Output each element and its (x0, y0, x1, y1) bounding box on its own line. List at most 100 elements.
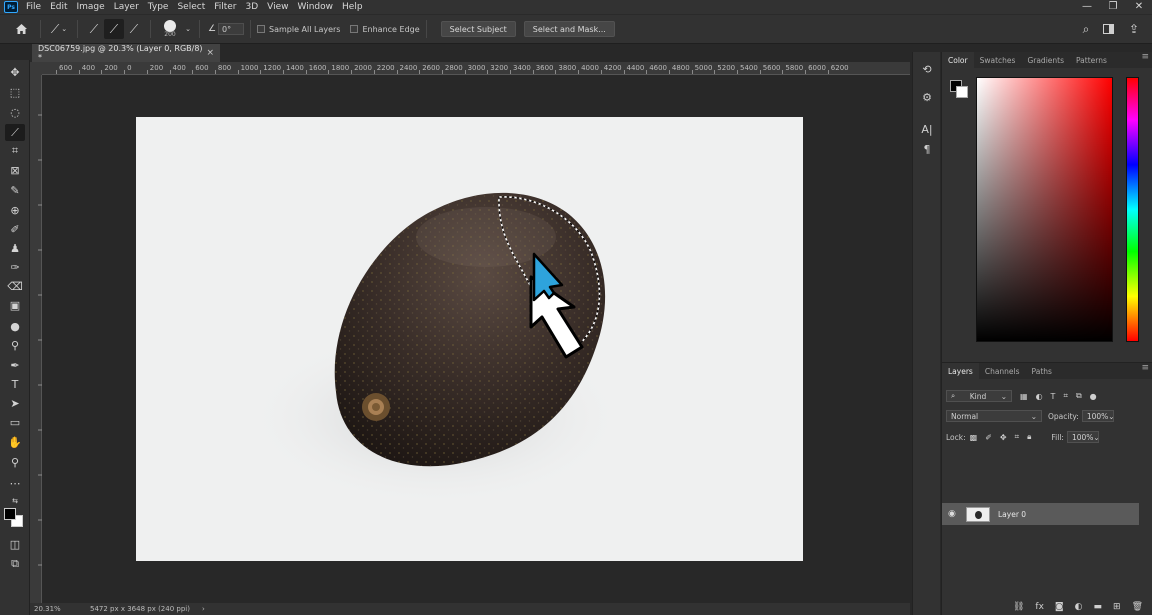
pen-tool-icon[interactable]: ✒ (5, 357, 25, 374)
add-to-selection-icon[interactable]: ⟋ (104, 19, 124, 39)
marquee-tool-icon[interactable]: ⬚ (5, 84, 25, 101)
filter-toggle-icon[interactable]: ● (1090, 392, 1097, 401)
clone-stamp-tool-icon[interactable]: ♟ (5, 240, 25, 257)
filter-type-icon[interactable]: T (1051, 392, 1056, 401)
tab-paths[interactable]: Paths (1026, 363, 1058, 379)
filter-shape-icon[interactable]: ⌗ (1063, 391, 1068, 401)
tab-gradients[interactable]: Gradients (1021, 52, 1070, 68)
quick-selection-tool-icon[interactable]: ⟋ (5, 124, 25, 141)
new-selection-icon[interactable]: ⟋ (84, 19, 104, 39)
search-icon[interactable]: ⌕ (1078, 19, 1094, 39)
color-picker-field[interactable] (976, 77, 1113, 342)
menu-image[interactable]: Image (77, 2, 105, 12)
close-window-button[interactable]: ✕ (1126, 0, 1152, 14)
fx-icon[interactable]: fx (1035, 602, 1044, 612)
quick-mask-icon[interactable]: ◫ (5, 536, 25, 553)
layer-name[interactable]: Layer 0 (998, 510, 1026, 519)
ruler-origin[interactable] (30, 62, 42, 75)
document-tab[interactable]: DSC06759.jpg @ 20.3% (Layer 0, RGB/8) * … (32, 44, 220, 62)
opacity-input[interactable]: 100% ⌄ (1081, 410, 1115, 422)
menu-help[interactable]: Help (342, 2, 363, 12)
horizontal-ruler[interactable]: 600 400 200 0 200 400 600 800 1000 1200 1400 1600 18… (42, 62, 910, 75)
menu-view[interactable]: View (267, 2, 288, 12)
lock-transparent-icon[interactable]: ▩ (970, 433, 978, 442)
lock-all-icon[interactable]: 🔒︎ (1027, 432, 1031, 442)
workspace-icon[interactable] (1100, 19, 1116, 39)
tab-swatches[interactable]: Swatches (974, 52, 1022, 68)
eraser-tool-icon[interactable]: ⌫ (5, 278, 25, 295)
filter-pixel-icon[interactable]: ▦ (1020, 392, 1028, 401)
document-canvas[interactable] (136, 117, 803, 561)
menu-select[interactable]: Select (177, 2, 205, 12)
select-and-mask-button[interactable]: Select and Mask... (523, 21, 615, 37)
zoom-level[interactable]: 20.31% (34, 605, 86, 613)
lock-image-icon[interactable]: ✐ (985, 433, 992, 442)
hand-tool-icon[interactable]: ✋ (5, 434, 25, 451)
quick-selection-preset-icon[interactable]: ⟋ ⌄ (47, 19, 71, 39)
new-layer-icon[interactable]: ⊞ (1113, 602, 1121, 612)
eye-icon[interactable]: ◉ (948, 509, 956, 519)
foreground-color-swatch[interactable] (4, 508, 16, 520)
menu-file[interactable]: File (26, 2, 41, 12)
minimize-button[interactable]: — (1074, 0, 1100, 14)
properties-panel-icon[interactable]: ⚙ (917, 88, 937, 106)
gradient-tool-icon[interactable]: ▣ (5, 297, 25, 314)
panel-menu-icon[interactable]: ≡ (1141, 52, 1149, 62)
photoshop-logo-icon[interactable]: Ps (4, 1, 18, 13)
tab-color[interactable]: Color (942, 52, 974, 68)
enhance-edge-checkbox[interactable] (350, 25, 359, 33)
close-tab-icon[interactable]: × (206, 48, 214, 58)
crop-tool-icon[interactable]: ⌗ (5, 142, 25, 159)
screen-mode-icon[interactable]: ⧉ (5, 555, 25, 572)
select-subject-button[interactable]: Select Subject (440, 21, 516, 37)
tab-patterns[interactable]: Patterns (1070, 52, 1113, 68)
trash-icon[interactable]: 🗑︎ (1132, 602, 1143, 612)
lock-position-icon[interactable]: ✥ (1000, 433, 1007, 442)
history-brush-tool-icon[interactable]: ✑ (5, 259, 25, 276)
layers-panel-menu-icon[interactable]: ≡ (1141, 363, 1149, 373)
chevron-down-icon[interactable]: ⌄ (183, 19, 193, 39)
brush-size-picker[interactable]: 200 (157, 19, 183, 39)
menu-edit[interactable]: Edit (50, 2, 67, 12)
menu-type[interactable]: Type (148, 2, 169, 12)
character-panel-icon[interactable]: A| (917, 120, 937, 138)
history-panel-icon[interactable]: ⟲ (917, 60, 937, 78)
lasso-tool-icon[interactable]: ◌ (5, 104, 25, 121)
link-layers-icon[interactable]: ⛓ (1013, 602, 1024, 612)
path-selection-tool-icon[interactable]: ➤ (5, 395, 25, 412)
menu-layer[interactable]: Layer (114, 2, 139, 12)
more-tools-icon[interactable]: ⋯ (5, 475, 25, 492)
vertical-ruler[interactable] (30, 75, 42, 603)
subtract-from-selection-icon[interactable]: ⟋ (124, 19, 144, 39)
share-icon[interactable]: ⇪ (1126, 19, 1142, 39)
menu-window[interactable]: Window (298, 2, 334, 12)
restore-button[interactable]: ❐ (1100, 0, 1126, 14)
dodge-tool-icon[interactable]: ⚲ (5, 337, 25, 354)
layer-filter-kind[interactable]: ⌕ Kind ⌄ (946, 390, 1012, 402)
zoom-tool-icon[interactable]: ⚲ (5, 454, 25, 471)
hue-slider[interactable] (1126, 77, 1139, 342)
eyedropper-tool-icon[interactable]: ✎ (5, 182, 25, 199)
paragraph-panel-icon[interactable]: ¶ (917, 140, 937, 158)
chevron-right-icon[interactable]: › (202, 605, 205, 613)
fill-input[interactable]: 100% ⌄ (1066, 431, 1100, 443)
brush-tool-icon[interactable]: ✐ (5, 221, 25, 238)
lock-artboard-icon[interactable]: ⌗ (1015, 432, 1020, 442)
type-tool-icon[interactable]: T (5, 376, 25, 393)
filter-smart-object-icon[interactable]: ⧉ (1076, 391, 1082, 401)
frame-tool-icon[interactable]: ⊠ (5, 162, 25, 179)
healing-brush-tool-icon[interactable]: ⊕ (5, 202, 25, 219)
adjustment-layer-icon[interactable]: ◐ (1075, 602, 1083, 612)
tab-channels[interactable]: Channels (979, 363, 1026, 379)
layer-row[interactable]: ◉ Layer 0 (942, 503, 1139, 525)
default-colors-icon[interactable]: ⇆ (5, 492, 25, 509)
rectangle-tool-icon[interactable]: ▭ (5, 414, 25, 431)
filter-adjustment-icon[interactable]: ◐ (1036, 392, 1043, 401)
sample-all-layers-checkbox[interactable] (257, 25, 265, 33)
document-info[interactable]: 5472 px x 3648 px (240 ppi) (90, 605, 190, 613)
blend-mode-select[interactable]: Normal ⌄ (946, 410, 1042, 422)
blur-tool-icon[interactable]: ● (5, 318, 25, 335)
color-panel-background-swatch[interactable] (956, 86, 968, 98)
tab-layers[interactable]: Layers (942, 363, 979, 379)
home-icon[interactable] (8, 19, 34, 39)
